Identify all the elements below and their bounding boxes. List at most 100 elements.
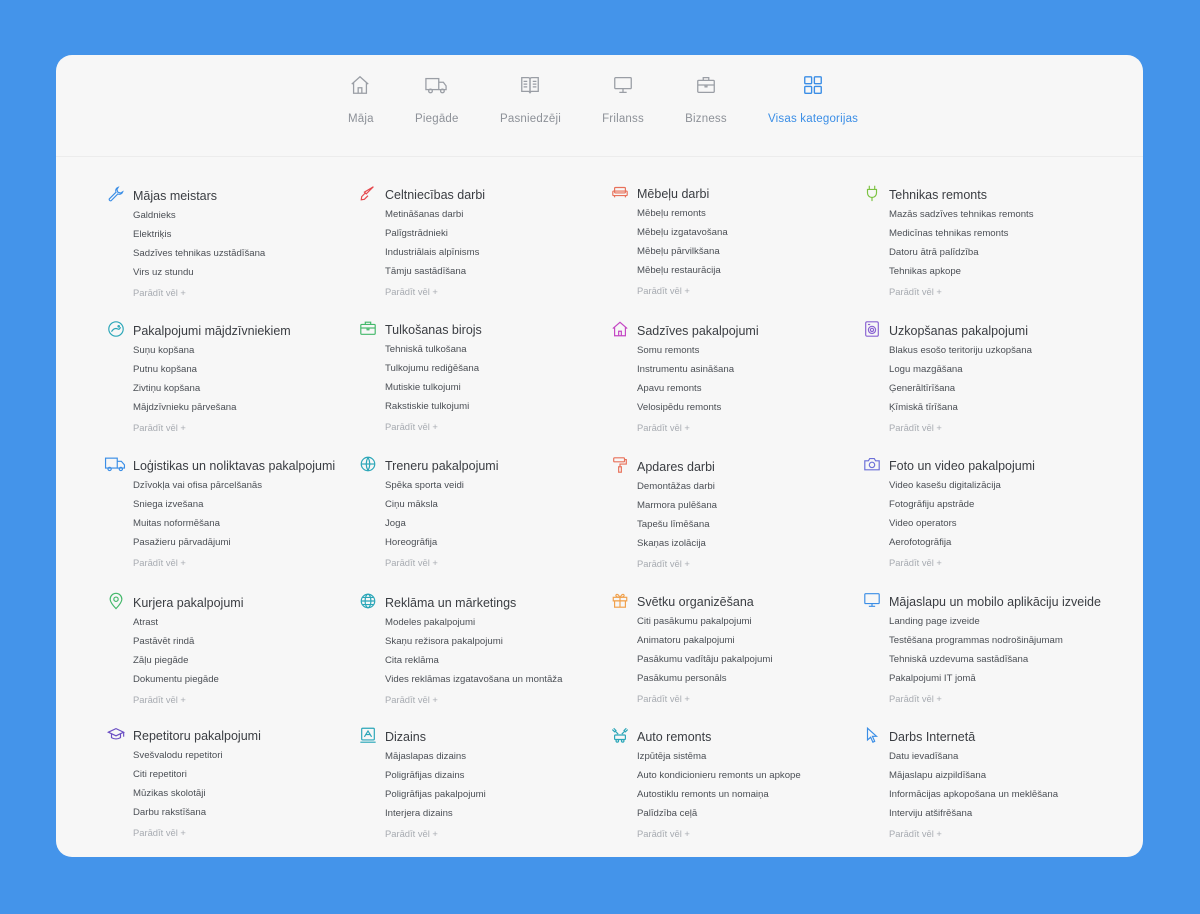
category-link[interactable]: Somu remonts: [637, 341, 889, 360]
category-title[interactable]: Dizains: [385, 730, 637, 745]
category-link[interactable]: Modeles pakalpojumi: [385, 613, 637, 632]
show-more-link[interactable]: Parādīt vēl +: [889, 285, 1141, 299]
category-title[interactable]: Pakalpojumi mājdzīvniekiem: [133, 324, 385, 339]
category-link[interactable]: Palīdzība ceļā: [637, 804, 889, 823]
show-more-link[interactable]: Parādīt vēl +: [637, 284, 889, 298]
category-link[interactable]: Joga: [385, 514, 637, 533]
category-link[interactable]: Pasažieru pārvadājumi: [133, 533, 385, 552]
show-more-link[interactable]: Parādīt vēl +: [385, 556, 637, 570]
category-title[interactable]: Svētku organizēšana: [637, 595, 889, 610]
category-link[interactable]: Mēbeļu restaurācija: [637, 261, 889, 280]
category-link[interactable]: Landing page izveide: [889, 612, 1141, 631]
category-link[interactable]: Marmora pulēšana: [637, 496, 889, 515]
category-link[interactable]: Mazās sadzīves tehnikas remonts: [889, 205, 1141, 224]
category-link[interactable]: Izpūtēja sistēma: [637, 747, 889, 766]
category-link[interactable]: Putnu kopšana: [133, 360, 385, 379]
category-link[interactable]: Tulkojumu rediģēšana: [385, 359, 637, 378]
category-link[interactable]: Mājaslapu aizpildīšana: [889, 766, 1141, 785]
show-more-link[interactable]: Parādīt vēl +: [133, 286, 385, 300]
category-link[interactable]: Mēbeļu remonts: [637, 204, 889, 223]
show-more-link[interactable]: Parādīt vēl +: [385, 693, 637, 707]
category-link[interactable]: Mājaslapas dizains: [385, 747, 637, 766]
category-title[interactable]: Mājas meistars: [133, 189, 385, 204]
category-link[interactable]: Video operators: [889, 514, 1141, 533]
category-link[interactable]: Animatoru pakalpojumi: [637, 631, 889, 650]
category-link[interactable]: Ģenerāltīrīšana: [889, 379, 1141, 398]
category-title[interactable]: Kurjera pakalpojumi: [133, 596, 385, 611]
category-link[interactable]: Mūzikas skolotāji: [133, 784, 385, 803]
nav-tab-frilanss[interactable]: Frilanss: [601, 74, 645, 125]
category-link[interactable]: Velosipēdu remonts: [637, 398, 889, 417]
category-link[interactable]: Muitas noformēšana: [133, 514, 385, 533]
category-link[interactable]: Ķīmiskā tīrīšana: [889, 398, 1141, 417]
category-link[interactable]: Tapešu līmēšana: [637, 515, 889, 534]
category-title[interactable]: Uzkopšanas pakalpojumi: [889, 324, 1141, 339]
category-link[interactable]: Informācijas apkopošana un meklēšana: [889, 785, 1141, 804]
category-title[interactable]: Treneru pakalpojumi: [385, 459, 637, 474]
nav-tab-bizness[interactable]: Bizness: [684, 74, 728, 125]
category-link[interactable]: Virs uz stundu: [133, 263, 385, 282]
category-link[interactable]: Poligrāfijas dizains: [385, 766, 637, 785]
category-link[interactable]: Datu ievadīšana: [889, 747, 1141, 766]
category-link[interactable]: Darbu rakstīšana: [133, 803, 385, 822]
category-title[interactable]: Darbs Internetā: [889, 730, 1141, 745]
category-link[interactable]: Video kasešu digitalizācija: [889, 476, 1141, 495]
category-link[interactable]: Mēbeļu izgatavošana: [637, 223, 889, 242]
show-more-link[interactable]: Parādīt vēl +: [637, 692, 889, 706]
category-link[interactable]: Palīgstrādnieki: [385, 224, 637, 243]
nav-tab-maja[interactable]: Māja: [348, 74, 374, 125]
show-more-link[interactable]: Parādīt vēl +: [133, 693, 385, 707]
category-link[interactable]: Auto kondicionieru remonts un apkope: [637, 766, 889, 785]
show-more-link[interactable]: Parādīt vēl +: [889, 556, 1141, 570]
show-more-link[interactable]: Parādīt vēl +: [385, 420, 637, 434]
category-title[interactable]: Mājaslapu un mobilo aplikāciju izveide: [889, 595, 1141, 610]
category-title[interactable]: Celtniecības darbi: [385, 188, 637, 203]
category-link[interactable]: Horeogrāfija: [385, 533, 637, 552]
category-link[interactable]: Svešvalodu repetitori: [133, 746, 385, 765]
category-link[interactable]: Zāļu piegāde: [133, 651, 385, 670]
category-link[interactable]: Vides reklāmas izgatavošana un montāža: [385, 670, 637, 689]
show-more-link[interactable]: Parādīt vēl +: [889, 421, 1141, 435]
category-link[interactable]: Autostiklu remonts un nomaiņa: [637, 785, 889, 804]
category-link[interactable]: Instrumentu asināšana: [637, 360, 889, 379]
category-title[interactable]: Tehnikas remonts: [889, 188, 1141, 203]
category-link[interactable]: Atrast: [133, 613, 385, 632]
category-link[interactable]: Tehniskā uzdevuma sastādīšana: [889, 650, 1141, 669]
category-title[interactable]: Tulkošanas birojs: [385, 323, 637, 338]
category-link[interactable]: Sniega izvešana: [133, 495, 385, 514]
category-link[interactable]: Mājdzīvnieku pārvešana: [133, 398, 385, 417]
category-link[interactable]: Tāmju sastādīšana: [385, 262, 637, 281]
category-link[interactable]: Apavu remonts: [637, 379, 889, 398]
category-link[interactable]: Pakalpojumi IT jomā: [889, 669, 1141, 688]
nav-tab-visas-kategorijas[interactable]: Visas kategorijas: [768, 74, 858, 125]
show-more-link[interactable]: Parādīt vēl +: [133, 556, 385, 570]
category-link[interactable]: Tehniskā tulkošana: [385, 340, 637, 359]
category-link[interactable]: Pasākumu personāls: [637, 669, 889, 688]
category-link[interactable]: Pastāvēt rindā: [133, 632, 385, 651]
category-link[interactable]: Dzīvokļa vai ofisa pārcelšanās: [133, 476, 385, 495]
category-title[interactable]: Sadzīves pakalpojumi: [637, 324, 889, 339]
category-link[interactable]: Galdnieks: [133, 206, 385, 225]
category-link[interactable]: Fotogrāfiju apstrāde: [889, 495, 1141, 514]
category-link[interactable]: Logu mazgāšana: [889, 360, 1141, 379]
show-more-link[interactable]: Parādīt vēl +: [385, 827, 637, 841]
category-title[interactable]: Loģistikas un noliktavas pakalpojumi: [133, 459, 385, 474]
category-link[interactable]: Blakus esošo teritoriju uzkopšana: [889, 341, 1141, 360]
category-title[interactable]: Mēbeļu darbi: [637, 187, 889, 202]
category-link[interactable]: Mutiskie tulkojumi: [385, 378, 637, 397]
category-link[interactable]: Citi repetitori: [133, 765, 385, 784]
nav-tab-pasniedzeji[interactable]: Pasniedzēji: [500, 74, 561, 125]
category-link[interactable]: Pasākumu vadītāju pakalpojumi: [637, 650, 889, 669]
category-title[interactable]: Apdares darbi: [637, 460, 889, 475]
category-link[interactable]: Skaņas izolācija: [637, 534, 889, 553]
category-link[interactable]: Poligrāfijas pakalpojumi: [385, 785, 637, 804]
show-more-link[interactable]: Parādīt vēl +: [637, 827, 889, 841]
category-link[interactable]: Interjera dizains: [385, 804, 637, 823]
category-link[interactable]: Cita reklāma: [385, 651, 637, 670]
category-link[interactable]: Mēbeļu pārvilkšana: [637, 242, 889, 261]
category-link[interactable]: Sadzīves tehnikas uzstādīšana: [133, 244, 385, 263]
show-more-link[interactable]: Parādīt vēl +: [889, 692, 1141, 706]
category-link[interactable]: Tehnikas apkope: [889, 262, 1141, 281]
category-link[interactable]: Citi pasākumu pakalpojumi: [637, 612, 889, 631]
category-title[interactable]: Reklāma un mārketings: [385, 596, 637, 611]
